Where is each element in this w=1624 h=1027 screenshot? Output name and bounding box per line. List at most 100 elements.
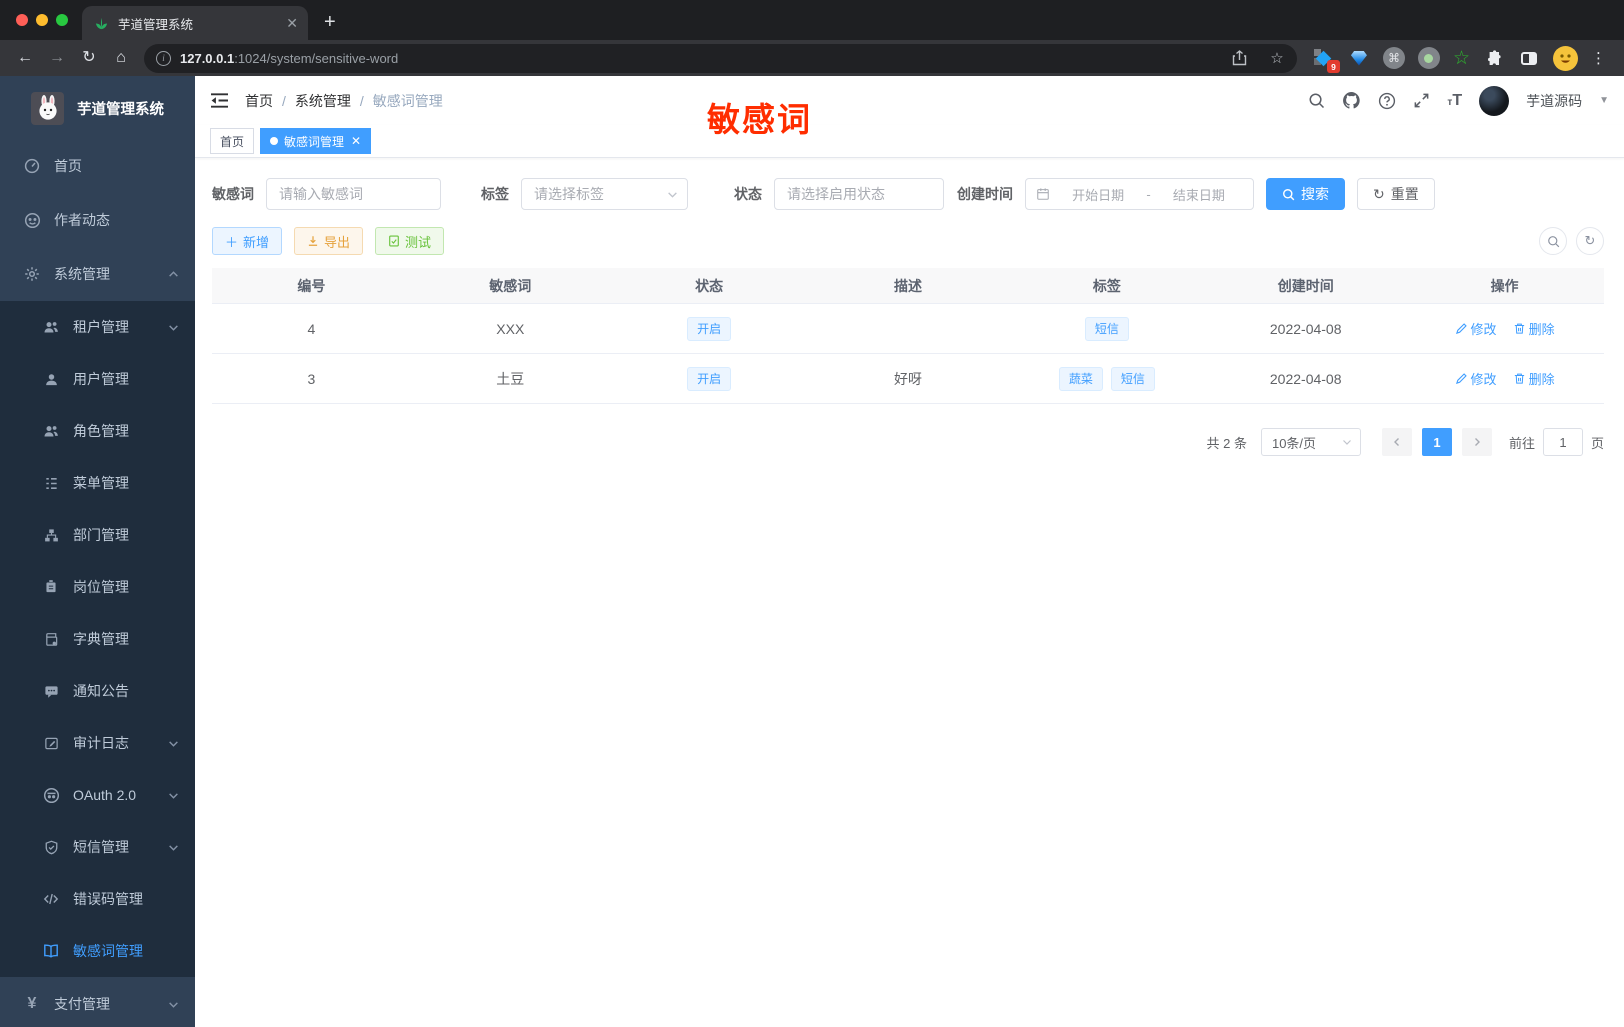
back-button[interactable]: ← xyxy=(10,50,40,66)
fullscreen-icon[interactable] xyxy=(1413,92,1430,109)
goto-page: 前往 页 xyxy=(1509,428,1604,456)
breadcrumb-system[interactable]: 系统管理 xyxy=(295,91,351,111)
view-tab-sensitive-word[interactable]: 敏感词管理 ✕ xyxy=(260,128,372,154)
browser-tab-title: 芋道管理系统 xyxy=(118,17,194,32)
extensions-area: 9 ⌘ ☆ ⋮ xyxy=(1305,45,1614,73)
date-end-placeholder[interactable]: 结束日期 xyxy=(1155,185,1243,204)
keyword-input[interactable] xyxy=(279,186,428,202)
pencil-icon xyxy=(1455,373,1467,385)
sidebar-item-audit-log[interactable]: 审计日志 xyxy=(0,717,195,769)
extension-command-icon[interactable]: ⌘ xyxy=(1382,47,1405,69)
table-search-toggle-icon[interactable] xyxy=(1539,227,1567,255)
sidebar-item-post[interactable]: 岗位管理 xyxy=(0,561,195,613)
username[interactable]: 芋道源码 xyxy=(1526,91,1582,111)
filter-form: 敏感词 标签 请选择标签 状态 请选择启用状态 创建 xyxy=(212,178,1604,210)
puzzle-extensions-icon[interactable] xyxy=(1483,47,1505,69)
extension-diamond-icon[interactable]: 9 xyxy=(1313,47,1340,73)
sidebar-item-sms[interactable]: 短信管理 xyxy=(0,821,195,873)
cell-created: 2022-04-08 xyxy=(1269,320,1342,337)
github-icon[interactable] xyxy=(1342,91,1361,110)
extension-gem-icon[interactable] xyxy=(1348,47,1370,69)
tab-close-icon[interactable]: ✕ xyxy=(351,134,361,148)
user-avatar[interactable] xyxy=(1479,85,1510,116)
view-tab-home[interactable]: 首页 xyxy=(210,128,255,154)
sidebar-item-sensitive-word[interactable]: 敏感词管理 xyxy=(0,925,195,977)
browser-chrome: 芋道管理系统 ✕ + ← → ↻ ⌂ i 127.0.0.1:1024/syst… xyxy=(0,0,1624,76)
status-select[interactable]: 请选择启用状态 xyxy=(774,178,944,210)
date-start-placeholder[interactable]: 开始日期 xyxy=(1054,185,1142,204)
status-badge: 开启 xyxy=(687,366,732,391)
font-size-icon[interactable]: тT xyxy=(1447,92,1462,110)
user-menu-caret-icon[interactable]: ▼ xyxy=(1599,95,1609,106)
bookmark-star-icon[interactable]: ☆ xyxy=(1263,49,1291,67)
search-icon[interactable] xyxy=(1308,92,1325,109)
sidebar-item-oauth[interactable]: OAuth 2.0 xyxy=(0,769,195,821)
cell-status: 开启 xyxy=(610,366,809,391)
sidebar-item-menu[interactable]: 菜单管理 xyxy=(0,457,195,509)
page-size-select[interactable]: 10条/页 xyxy=(1260,428,1361,456)
goto-page-input[interactable] xyxy=(1542,428,1583,456)
calendar-icon xyxy=(1036,187,1050,201)
app-logo[interactable]: 芋道管理系统 xyxy=(0,83,195,133)
side-panel-icon[interactable] xyxy=(1518,47,1540,69)
date-label: 创建时间 xyxy=(957,186,1013,202)
new-tab-button[interactable]: + xyxy=(308,11,336,40)
tab-close-icon[interactable]: ✕ xyxy=(286,15,298,32)
cell-actions: 修改 删除 xyxy=(1405,319,1604,338)
table-header-row: 编号 敏感词 状态 描述 标签 创建时间 操作 xyxy=(212,268,1604,304)
site-info-icon[interactable]: i xyxy=(156,50,171,66)
cell-description: 好呀 xyxy=(893,370,922,387)
date-range-picker[interactable]: 开始日期 - 结束日期 xyxy=(1025,178,1254,210)
extension-green-star-icon[interactable]: ☆ xyxy=(1453,49,1470,68)
sidebar-item-dept[interactable]: 部门管理 xyxy=(0,509,195,561)
sidebar-item-notice[interactable]: 通知公告 xyxy=(0,665,195,717)
sidebar-item-tenant[interactable]: 租户管理 xyxy=(0,301,195,353)
delete-link[interactable]: 删除 xyxy=(1513,319,1555,338)
browser-profile-avatar[interactable] xyxy=(1553,45,1578,71)
page-number-1[interactable]: 1 xyxy=(1421,428,1452,456)
add-button[interactable]: ＋ 新增 xyxy=(212,227,283,255)
minimize-window-button[interactable] xyxy=(36,14,48,26)
sidebar-item-user[interactable]: 用户管理 xyxy=(0,353,195,405)
export-button[interactable]: 导出 xyxy=(294,227,364,255)
sidebar-collapse-icon[interactable] xyxy=(210,92,229,109)
edit-link[interactable]: 修改 xyxy=(1455,319,1497,338)
tag-select[interactable]: 请选择标签 xyxy=(521,178,688,210)
close-window-button[interactable] xyxy=(16,14,28,26)
menu-tree-icon xyxy=(42,474,60,492)
date-separator: - xyxy=(1146,186,1151,202)
breadcrumb-separator: / xyxy=(282,92,286,109)
sidebar-item-home[interactable]: 首页 xyxy=(0,139,195,193)
search-button[interactable]: 搜索 xyxy=(1266,178,1345,210)
cell-id: 3 xyxy=(307,370,316,387)
sidebar-item-system[interactable]: 系统管理 xyxy=(0,247,195,301)
sidebar-item-author-news[interactable]: 作者动态 xyxy=(0,193,195,247)
red-annotation-text: 敏感词 xyxy=(707,101,812,138)
extension-record-icon[interactable] xyxy=(1417,47,1440,69)
table-toolbar: ＋ 新增 导出 测试 ↻ xyxy=(212,227,1604,255)
share-icon[interactable] xyxy=(1226,50,1254,66)
help-icon[interactable] xyxy=(1378,92,1396,110)
prev-page-button[interactable] xyxy=(1381,428,1412,456)
browser-menu-icon[interactable]: ⋮ xyxy=(1591,49,1606,67)
site-favicon-icon xyxy=(94,16,109,31)
sidebar-item-dict[interactable]: 字典管理 xyxy=(0,613,195,665)
test-button[interactable]: 测试 xyxy=(375,227,445,255)
browser-tab[interactable]: 芋道管理系统 ✕ xyxy=(82,6,308,40)
sidebar-item-role[interactable]: 角色管理 xyxy=(0,405,195,457)
sidebar-item-error-code[interactable]: 错误码管理 xyxy=(0,873,195,925)
table-refresh-icon[interactable]: ↻ xyxy=(1576,227,1604,255)
edit-link[interactable]: 修改 xyxy=(1455,369,1497,388)
zoom-window-button[interactable] xyxy=(56,14,68,26)
reload-button[interactable]: ↻ xyxy=(74,50,104,66)
forward-button[interactable]: → xyxy=(42,50,72,66)
chevron-down-icon xyxy=(168,738,179,749)
breadcrumb-home[interactable]: 首页 xyxy=(245,91,273,111)
next-page-button[interactable] xyxy=(1461,428,1492,456)
delete-link[interactable]: 删除 xyxy=(1513,369,1555,388)
home-button[interactable]: ⌂ xyxy=(106,50,136,66)
reset-button[interactable]: ↻ 重置 xyxy=(1357,178,1435,210)
sidebar-item-pay[interactable]: ¥ 支付管理 xyxy=(0,977,195,1027)
oauth-icon xyxy=(42,786,60,804)
url-bar[interactable]: i 127.0.0.1:1024/system/sensitive-word ☆ xyxy=(144,43,1297,73)
